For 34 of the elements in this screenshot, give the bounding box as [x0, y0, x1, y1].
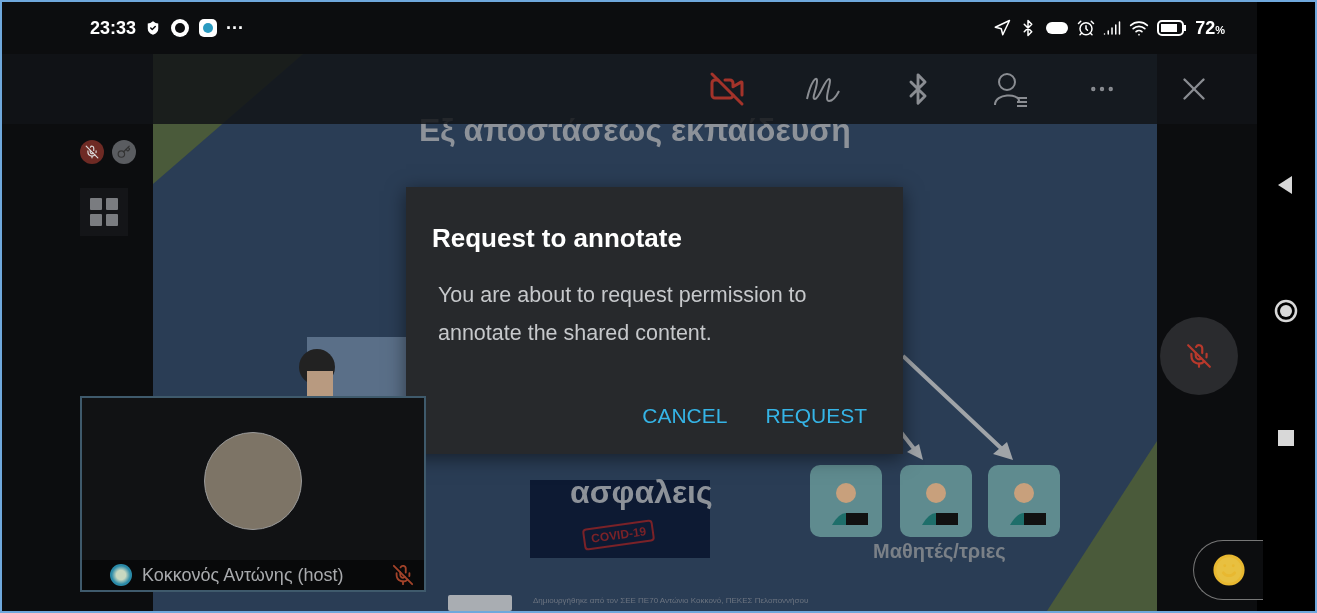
battery-icon	[1157, 20, 1188, 36]
dialog-button[interactable]: CANCEL	[642, 400, 728, 432]
smiley-icon	[1211, 553, 1246, 587]
app-icon	[198, 18, 219, 38]
slide-text: ασφαλεις	[570, 474, 713, 511]
students-label: Μαθητές/τριες	[873, 540, 1006, 563]
circle-app-icon	[170, 18, 191, 38]
muted-mic-icon	[392, 564, 414, 586]
percent-sign: %	[1215, 23, 1225, 36]
license-badge	[448, 595, 512, 611]
signal-icon	[1103, 19, 1122, 37]
participants-icon[interactable]	[993, 71, 1029, 107]
student-icon	[988, 465, 1060, 537]
slide-title: Εξ αποστάσεως εκπαίδευση	[419, 112, 851, 149]
status-time: 23:33	[90, 17, 137, 39]
student-icon	[810, 465, 882, 537]
participant-name: Κοκκονός Αντώνης (host)	[142, 564, 345, 586]
reaction-button[interactable]	[1193, 540, 1263, 600]
battery-percent: 72	[1195, 17, 1216, 38]
location-icon	[993, 19, 1012, 37]
more-notifications: ···	[226, 17, 245, 39]
alarm-icon	[1077, 19, 1096, 37]
key-icon	[112, 140, 136, 164]
muted-mic-icon	[80, 140, 104, 164]
small-avatar-icon	[110, 564, 132, 586]
dialog-message: You are about to request permission to annotate the shared content.	[437, 282, 808, 347]
grid-view-icon[interactable]	[80, 188, 128, 236]
wifi-icon	[1129, 18, 1150, 38]
home-icon[interactable]	[1274, 299, 1298, 324]
muted-mic-icon	[1186, 343, 1212, 369]
student-icon	[900, 465, 972, 537]
dialog-button[interactable]: REQUEST	[765, 400, 867, 432]
dialog-title: Request to annotate	[432, 223, 683, 254]
video-off-icon[interactable]	[709, 71, 745, 107]
